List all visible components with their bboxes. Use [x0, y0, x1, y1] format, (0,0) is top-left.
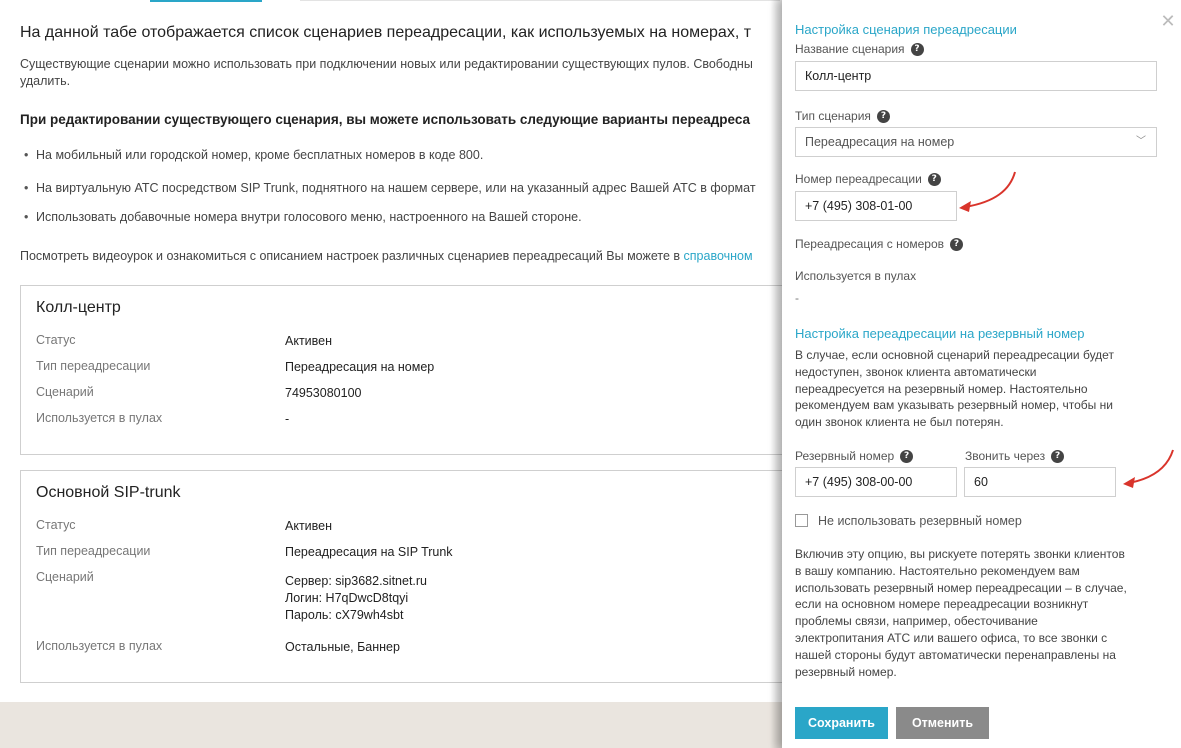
scenario-type-selected: Переадресация на номер: [805, 135, 955, 149]
pools-value: Остальные, Баннер: [285, 640, 400, 654]
warning-line: в вашу компанию. Настоятельно рекомендуе…: [795, 563, 1080, 578]
scenario-value: Сервер: sip3682.sitnet.ru Логин: H7qDwcD…: [285, 573, 427, 624]
sip-password: Пароль: cX79wh4sbt: [285, 608, 404, 622]
warning-line: резервный номер.: [795, 664, 897, 679]
redirect-type-label: Тип переадресации: [36, 544, 151, 558]
help-icon[interactable]: ?: [876, 110, 890, 124]
warning-line: проблемы связи, например, обесточивание: [795, 614, 1038, 629]
pools-label: Используется в пулах: [36, 639, 163, 653]
scenario-type-select[interactable]: Переадресация на номер ﹀: [795, 127, 1157, 157]
main-content: На данной табе отображается список сцена…: [0, 0, 782, 748]
panel-title: Настройка сценария переадресации: [795, 22, 1017, 37]
scenario-card-call-center[interactable]: Колл-центр Статус Активен Тип переадреса…: [20, 285, 782, 455]
help-icon[interactable]: ?: [950, 238, 964, 252]
status-label: Статус: [36, 333, 76, 347]
backup-description-line: В случае, если основной сценарий переадр…: [795, 348, 1114, 362]
call-after-label-text: Звонить через: [965, 449, 1046, 463]
help-center-link[interactable]: справочном: [684, 249, 753, 263]
call-after-label: Звонить через?: [965, 449, 1065, 464]
warning-line: использовать резервный номер переадресац…: [795, 580, 1127, 595]
scenario-value: 74953080100: [285, 386, 362, 400]
pools-label: Используется в пулах: [36, 411, 163, 425]
warning-line: если на основном номере переадресации во…: [795, 597, 1089, 612]
redirect-type-value: Переадресация на SIP Trunk: [285, 545, 453, 559]
annotation-arrow-icon: [959, 171, 1016, 212]
backup-description-line: недоступен, звонок клиента автоматически: [795, 364, 1037, 379]
chevron-down-icon: ﹀: [1136, 136, 1146, 147]
intro-text: На данной табе отображается список сцена…: [20, 24, 752, 41]
bullet-item: Использовать добавочные номера внутри го…: [24, 210, 582, 224]
redirect-from-label: Переадресация с номеров?: [795, 237, 964, 252]
backup-description: В случае, если основной сценарий переадр…: [795, 347, 1165, 431]
bullet-item: На мобильный или городской номер, кроме …: [24, 148, 483, 162]
video-tutorial-text: Посмотреть видеоурок и ознакомиться с оп…: [20, 249, 753, 263]
sip-login: Логин: H7qDwcD8tqyi: [285, 591, 409, 605]
card-title: Колл-центр: [36, 299, 121, 316]
backup-section-heading: Настройка переадресации на резервный ном…: [795, 326, 1085, 341]
help-icon[interactable]: ?: [1051, 450, 1065, 464]
help-icon[interactable]: ?: [927, 173, 941, 187]
no-backup-label[interactable]: Не использовать резервный номер: [818, 514, 1022, 528]
help-icon[interactable]: ?: [910, 43, 924, 57]
cancel-button[interactable]: Отменить: [896, 707, 989, 739]
no-backup-checkbox[interactable]: [795, 514, 808, 527]
redirect-from-label-text: Переадресация с номеров: [795, 237, 945, 251]
redirect-number-input[interactable]: +7 (495) 308-01-00: [795, 191, 957, 221]
backup-number-label: Резервный номер?: [795, 449, 914, 464]
scenario-label: Сценарий: [36, 385, 94, 399]
tab-bar: [0, 0, 782, 2]
scenario-type-label: Тип сценария?: [795, 109, 890, 124]
warning-line: нашей стороны будут автоматически перена…: [795, 647, 1116, 662]
scenario-type-label-text: Тип сценария: [795, 109, 871, 123]
scenario-name-label-text: Название сценария: [795, 42, 905, 56]
tab-active-indicator: [150, 0, 262, 2]
help-icon[interactable]: ?: [900, 450, 914, 464]
scenario-label: Сценарий: [36, 570, 94, 584]
pools-value: -: [285, 412, 290, 426]
close-icon[interactable]: ✕: [1160, 13, 1176, 31]
video-tutorial-prefix: Посмотреть видеоурок и ознакомиться с оп…: [20, 249, 684, 263]
backup-description-line: рекомендуем вам указывать резервный номе…: [795, 398, 1113, 413]
redirect-number-label: Номер переадресации?: [795, 172, 941, 187]
bullet-item: На виртуальную АТС посредством SIP Trunk…: [24, 181, 756, 195]
backup-number-label-text: Резервный номер: [795, 449, 895, 463]
warning-line: Включив эту опцию, вы рискуете потерять …: [795, 547, 1125, 561]
scenario-card-sip-trunk[interactable]: Основной SIP-trunk Статус Активен Тип пе…: [20, 470, 782, 683]
status-value: Активен: [285, 519, 333, 533]
card-title: Основной SIP-trunk: [36, 484, 181, 501]
warning-line: электропитания АТС или вашего офиса, то …: [795, 630, 1108, 645]
description-line: Существующие сценарии можно использовать…: [20, 57, 753, 71]
call-after-input[interactable]: 60: [964, 467, 1116, 497]
redirect-number-label-text: Номер переадресации: [795, 172, 922, 186]
scenario-name-input[interactable]: Колл-центр: [795, 61, 1157, 91]
footer-band: [0, 702, 782, 748]
save-button[interactable]: Сохранить: [795, 707, 888, 739]
backup-description-line: один звонок клиента не был потерян.: [795, 415, 1004, 430]
options-heading: При редактировании существующего сценари…: [20, 112, 751, 127]
status-value: Активен: [285, 334, 333, 348]
description-paragraph: Существующие сценарии можно использовать…: [20, 56, 782, 90]
description-line: удалить.: [20, 74, 71, 88]
redirect-type-label: Тип переадресации: [36, 359, 151, 373]
no-backup-warning: Включив эту опцию, вы рискуете потерять …: [795, 546, 1170, 680]
panel-shadow: [770, 0, 782, 748]
redirect-type-value: Переадресация на номер: [285, 360, 435, 374]
tab-inactive-indicator: [300, 0, 780, 1]
scenario-name-label: Название сценария?: [795, 42, 924, 57]
status-label: Статус: [36, 518, 76, 532]
pools-label: Используется в пулах: [795, 269, 917, 283]
backup-number-input[interactable]: +7 (495) 308-00-00: [795, 467, 957, 497]
backup-description-line: переадресуется на резервный номер. Насто…: [795, 381, 1088, 396]
sip-server: Сервер: sip3682.sitnet.ru: [285, 574, 428, 588]
pools-value: -: [795, 291, 799, 305]
annotation-arrow-icon: [1123, 449, 1174, 488]
